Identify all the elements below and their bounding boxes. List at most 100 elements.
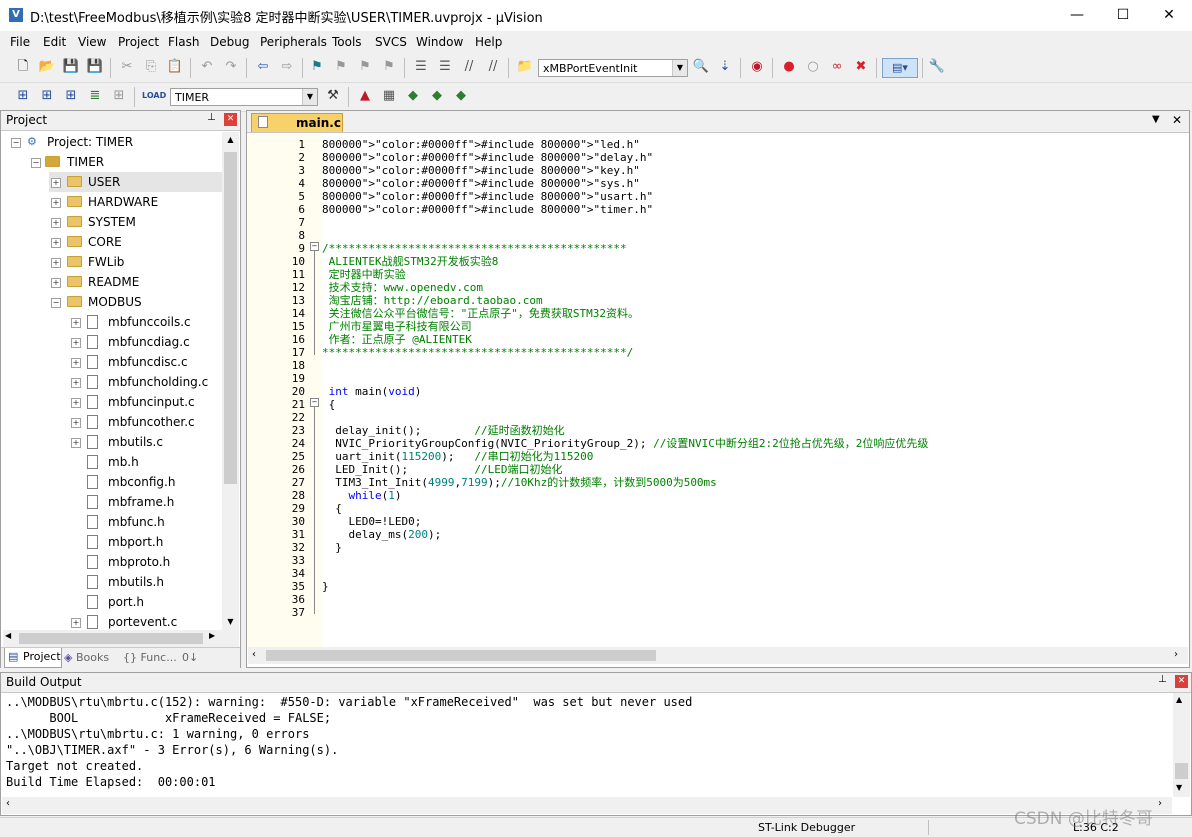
configure-icon[interactable]: 🔧 bbox=[928, 58, 946, 76]
scroll-down-icon[interactable]: ▼ bbox=[224, 614, 237, 630]
menu-window[interactable]: Window bbox=[416, 35, 463, 49]
expand-icon[interactable]: + bbox=[71, 318, 81, 328]
scroll-right-icon[interactable]: › bbox=[1158, 798, 1162, 809]
scroll-left-icon[interactable]: ◀ bbox=[5, 631, 11, 640]
menu-project[interactable]: Project bbox=[118, 35, 159, 49]
tab-list-chevron-icon[interactable]: ▼ bbox=[1152, 114, 1160, 125]
kill-all-breakpoints-icon[interactable]: ✖ bbox=[852, 58, 870, 76]
bookmark-icon[interactable]: ⚑ bbox=[308, 58, 326, 76]
new-file-icon[interactable]: 🗋 bbox=[14, 58, 32, 76]
menu-file[interactable]: File bbox=[10, 35, 30, 49]
minimize-button[interactable]: — bbox=[1054, 0, 1100, 31]
chevron-down-icon[interactable]: ▼ bbox=[672, 60, 687, 76]
expand-icon[interactable]: + bbox=[71, 618, 81, 628]
scroll-right-icon[interactable]: › bbox=[1174, 649, 1178, 660]
build-output-hscrollbar[interactable]: ‹ › bbox=[2, 797, 1172, 814]
function-combo[interactable]: xMBPortEventInit ▼ bbox=[538, 59, 688, 77]
cut-icon[interactable]: ✂ bbox=[118, 58, 136, 76]
menu-debug[interactable]: Debug bbox=[210, 35, 249, 49]
fold-comment-icon[interactable]: − bbox=[310, 242, 319, 251]
project-tree-hscrollbar[interactable]: ◀ ▶ bbox=[3, 630, 239, 647]
manage-components-icon[interactable]: ▲ bbox=[356, 87, 374, 105]
download-icon[interactable]: LOAD bbox=[142, 87, 166, 105]
comment-icon[interactable]: // bbox=[460, 58, 478, 76]
stop-build-icon[interactable]: ⊞ bbox=[110, 87, 128, 105]
unindent-icon[interactable]: ☰ bbox=[436, 58, 454, 76]
insert-breakpoint-icon[interactable]: ● bbox=[780, 58, 798, 76]
tree-group-user[interactable]: + USER bbox=[49, 172, 222, 192]
pack-installer-icon[interactable]: ◆ bbox=[428, 87, 446, 105]
menu-help[interactable]: Help bbox=[475, 35, 502, 49]
build-output-line[interactable]: Target not created. bbox=[6, 758, 143, 774]
run-time-environment-icon[interactable]: ◆ bbox=[452, 87, 470, 105]
options-for-target-icon[interactable]: ⚒ bbox=[324, 87, 342, 105]
paste-icon[interactable]: 📋 bbox=[166, 58, 184, 76]
batch-build-icon[interactable]: ≣ bbox=[86, 87, 104, 105]
clear-bookmarks-icon[interactable]: ⚑ bbox=[380, 58, 398, 76]
maximize-button[interactable]: ☐ bbox=[1100, 0, 1146, 31]
scroll-up-icon[interactable]: ▲ bbox=[1176, 695, 1182, 704]
build-output-vscrollbar[interactable]: ▲ ▼ bbox=[1173, 693, 1190, 797]
redo-icon[interactable]: ↷ bbox=[222, 58, 240, 76]
uncomment-icon[interactable]: // bbox=[484, 58, 502, 76]
menu-peripherals[interactable]: Peripherals bbox=[260, 35, 327, 49]
scroll-up-icon[interactable]: ▲ bbox=[224, 132, 237, 148]
translate-icon[interactable]: ⊞ bbox=[14, 87, 32, 105]
collapse-icon[interactable]: − bbox=[11, 138, 21, 148]
code-area[interactable]: 1 800000">"color:#0000ff">#include 800000… bbox=[247, 138, 1172, 628]
expand-icon[interactable]: + bbox=[71, 398, 81, 408]
build-output-line[interactable]: Build Time Elapsed: 00:00:01 bbox=[6, 774, 216, 790]
fold-main-icon[interactable]: − bbox=[310, 398, 319, 407]
build-icon[interactable]: ⊞ bbox=[38, 87, 56, 105]
close-icon[interactable]: ✕ bbox=[1175, 675, 1188, 688]
expand-icon[interactable]: + bbox=[51, 218, 61, 228]
expand-icon[interactable]: + bbox=[51, 178, 61, 188]
navigate-back-icon[interactable]: ⇦ bbox=[254, 58, 272, 76]
target-combo[interactable]: TIMER ▼ bbox=[170, 88, 318, 106]
menu-tools[interactable]: Tools bbox=[332, 35, 362, 49]
pin-icon[interactable]: ⊥ bbox=[1158, 674, 1167, 685]
pin-icon[interactable]: ⊥ bbox=[207, 112, 216, 123]
menu-flash[interactable]: Flash bbox=[168, 35, 199, 49]
collapse-icon[interactable]: − bbox=[51, 298, 61, 308]
next-bookmark-icon[interactable]: ⚑ bbox=[356, 58, 374, 76]
build-output-text[interactable]: ..\MODBUS\rtu\mbrtu.c(152): warning: #55… bbox=[1, 694, 1171, 794]
rebuild-icon[interactable]: ⊞ bbox=[62, 87, 80, 105]
tab-main-c[interactable]: main.c bbox=[251, 113, 343, 132]
build-output-line[interactable]: ..\MODBUS\rtu\mbrtu.c: 1 warning, 0 erro… bbox=[6, 726, 309, 742]
scroll-thumb[interactable] bbox=[224, 152, 237, 484]
save-all-icon[interactable]: 💾 bbox=[86, 58, 104, 76]
scroll-thumb[interactable] bbox=[266, 650, 656, 661]
menu-edit[interactable]: Edit bbox=[43, 35, 66, 49]
tab-functions[interactable]: {} Func... bbox=[123, 648, 177, 667]
scroll-left-icon[interactable]: ‹ bbox=[252, 649, 256, 660]
manage-project-items-icon[interactable]: ▦ bbox=[380, 87, 398, 105]
chevron-down-icon[interactable]: ▼ bbox=[302, 89, 317, 105]
expand-icon[interactable]: + bbox=[51, 198, 61, 208]
expand-icon[interactable]: + bbox=[71, 338, 81, 348]
close-icon[interactable]: ✕ bbox=[224, 113, 237, 126]
navigate-forward-icon[interactable]: ⇨ bbox=[278, 58, 296, 76]
build-output-line[interactable]: "..\OBJ\TIMER.axf" - 3 Error(s), 6 Warni… bbox=[6, 742, 338, 758]
find-icon[interactable]: 🔍 bbox=[692, 58, 710, 76]
expand-icon[interactable]: + bbox=[71, 378, 81, 388]
open-file-icon[interactable]: 📂 bbox=[38, 58, 56, 76]
menu-svcs[interactable]: SVCS bbox=[375, 35, 407, 49]
editor-hscrollbar[interactable]: ‹ › bbox=[248, 647, 1188, 664]
expand-icon[interactable]: + bbox=[71, 438, 81, 448]
select-software-packs-icon[interactable]: ◆ bbox=[404, 87, 422, 105]
scroll-thumb[interactable] bbox=[1175, 763, 1188, 779]
expand-icon[interactable]: + bbox=[71, 418, 81, 428]
menu-view[interactable]: View bbox=[78, 35, 106, 49]
expand-icon[interactable]: + bbox=[51, 278, 61, 288]
disable-all-breakpoints-icon[interactable]: ∞ bbox=[828, 58, 846, 76]
expand-icon[interactable]: + bbox=[71, 358, 81, 368]
save-icon[interactable]: 💾 bbox=[62, 58, 80, 76]
find-in-files-icon[interactable]: 📁 bbox=[516, 58, 534, 76]
build-output-line[interactable]: BOOL xFrameReceived = FALSE; bbox=[6, 710, 331, 726]
copy-icon[interactable]: ⎘ bbox=[142, 58, 160, 76]
incremental-find-icon[interactable]: ⇣ bbox=[716, 58, 734, 76]
expand-icon[interactable]: + bbox=[51, 258, 61, 268]
scroll-thumb[interactable] bbox=[19, 633, 203, 644]
tab-project[interactable]: ▤ Project bbox=[4, 648, 62, 668]
